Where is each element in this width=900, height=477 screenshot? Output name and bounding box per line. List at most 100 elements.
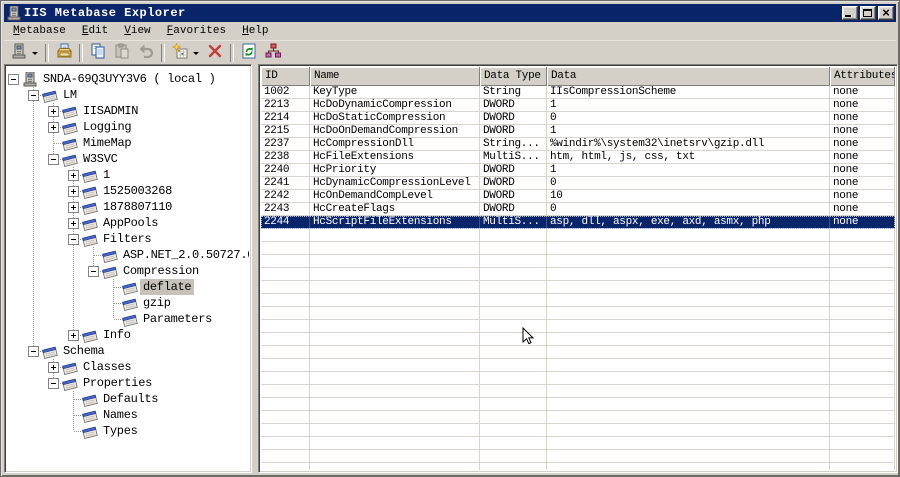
tree-expand-toggle[interactable] [68,170,79,181]
column-header-attributes[interactable]: Attributes [830,67,895,86]
menu-item-help[interactable]: Help [234,24,276,38]
column-header-data-type[interactable]: Data Type [480,67,547,86]
tree-collapse-toggle[interactable] [48,154,59,165]
table-row[interactable]: 2213 HcDoDynamicCompression DWORD 1 none [261,99,895,112]
table-row[interactable]: 1002 KeyType String IIsCompressionScheme non… [261,86,895,99]
tree-expand-toggle[interactable] [68,330,79,341]
dropdown-arrow-icon[interactable] [193,51,199,55]
table-row[interactable]: 2242 HcOnDemandCompLevel DWORD 10 none [261,190,895,203]
view-hierarchy-button[interactable] [261,42,285,64]
tree-node-label[interactable]: SNDA-69Q3UYY3V6 ( local ) [40,71,219,87]
tree-node-label[interactable]: Schema [60,343,107,359]
tree-node-label[interactable]: Types [100,423,141,439]
delete-button[interactable] [203,42,227,64]
tree-expand-toggle[interactable] [48,362,59,373]
tree-node-label[interactable]: IISADMIN [80,103,141,119]
tree-node-schema[interactable]: Schema [7,343,249,359]
tree-node-1878807110[interactable]: 1878807110 [7,199,249,215]
column-header-id[interactable]: ID [261,67,310,86]
minimize-button[interactable] [842,6,858,20]
table-row[interactable]: 2241 HcDynamicCompressionLevel DWORD 0 none [261,177,895,190]
tree-guide-line [113,303,114,311]
column-header-name[interactable]: Name [310,67,480,86]
dropdown-arrow-icon[interactable] [32,51,38,55]
tree-node-compression[interactable]: Compression [7,263,249,279]
new-record-button[interactable] [168,42,192,64]
tree-node-label[interactable]: Info [100,327,134,343]
tree-expand-toggle[interactable] [68,186,79,197]
tree-node-label[interactable]: 1878807110 [100,199,175,215]
table-row[interactable]: 2215 HcDoOnDemandCompression DWORD 1 none [261,125,895,138]
tree-expand-toggle[interactable] [68,218,79,229]
tree-node-label[interactable]: ASP.NET_2.0.50727.0 [120,247,249,263]
tree-collapse-toggle[interactable] [68,234,79,245]
table-row[interactable]: 2237 HcCompressionDll String... %windir%\sy… [261,138,895,151]
tree-node-label[interactable]: Parameters [140,311,215,327]
tree-node-label[interactable]: Classes [80,359,134,375]
copy-button[interactable] [86,42,110,64]
empty-row [261,307,895,320]
tree-node-defaults[interactable]: Defaults [7,391,249,407]
menu-item-edit[interactable]: Edit [74,24,116,38]
tree-node-label[interactable]: 1525003268 [100,183,175,199]
tree-node-properties[interactable]: Properties [7,375,249,391]
tree-node-label[interactable]: Properties [80,375,155,391]
table-row[interactable]: 2238 HcFileExtensions MultiS... htm, html, … [261,151,895,164]
tree-node-label[interactable]: 1 [100,167,113,183]
tree-node-label[interactable]: Compression [120,263,202,279]
tree-node-1[interactable]: 1 [7,167,249,183]
table-row[interactable]: 2243 HcCreateFlags DWORD 0 none [261,203,895,216]
tree-node-label[interactable]: Defaults [100,391,161,407]
refresh-button[interactable] [237,42,261,64]
print-export-button[interactable] [52,42,76,64]
empty-cell [480,294,547,306]
table-row[interactable]: 2244 HcScriptFileExtensions MultiS... asp, … [261,216,895,229]
tree-node-label[interactable]: W3SVC [80,151,121,167]
connect-server-button[interactable] [7,42,31,64]
table-row[interactable]: 2214 HcDoStaticCompression DWORD 0 none [261,112,895,125]
tree-node-deflate[interactable]: deflate [7,279,249,295]
tree-node-mimemap[interactable]: MimeMap [7,135,249,151]
title-bar[interactable]: IIS Metabase Explorer [4,4,896,22]
maximize-button[interactable] [860,6,876,20]
tree-node-label[interactable]: Names [100,407,141,423]
tree-node-label[interactable]: deflate [140,279,195,295]
tree-node-gzip[interactable]: gzip [7,295,249,311]
tree-node-classes[interactable]: Classes [7,359,249,375]
menu-item-favorites[interactable]: Favorites [159,24,234,38]
tree-node-names[interactable]: Names [7,407,249,423]
tree-node-iisadmin[interactable]: IISADMIN [7,103,249,119]
tree-node-info[interactable]: Info [7,327,249,343]
tree-collapse-toggle[interactable] [28,90,39,101]
tree-node-w3svc[interactable]: W3SVC [7,151,249,167]
tree-node-label[interactable]: gzip [140,295,174,311]
tree-node-types[interactable]: Types [7,423,249,439]
tree-expand-toggle[interactable] [68,202,79,213]
tree-node-apppools[interactable]: AppPools [7,215,249,231]
tree-collapse-toggle[interactable] [48,378,59,389]
tree-node-label[interactable]: Logging [80,119,134,135]
tree-node-parameters[interactable]: Parameters [7,311,249,327]
tree-node-1525003268[interactable]: 1525003268 [7,183,249,199]
tree-node-label[interactable]: Filters [100,231,154,247]
tree-node-label[interactable]: MimeMap [80,135,134,151]
tree-node-lm[interactable]: LM [7,87,249,103]
tree-node-snda-69q3uyy3v6-local[interactable]: SNDA-69Q3UYY3V6 ( local ) [7,71,249,87]
menu-item-view[interactable]: View [116,24,158,38]
tree-node-logging[interactable]: Logging [7,119,249,135]
tree-node-label[interactable]: LM [60,87,80,103]
tree-expand-toggle[interactable] [48,106,59,117]
tree-collapse-toggle[interactable] [88,266,99,277]
tree-collapse-toggle[interactable] [8,74,19,85]
tree-node-asp-net-2-0-50727-0[interactable]: ASP.NET_2.0.50727.0 [7,247,249,263]
empty-cell [261,463,310,470]
tree-guide-line [113,279,114,287]
tree-collapse-toggle[interactable] [28,346,39,357]
table-row[interactable]: 2240 HcPriority DWORD 1 none [261,164,895,177]
tree-expand-toggle[interactable] [48,122,59,133]
close-button[interactable] [878,6,894,20]
menu-item-metabase[interactable]: Metabase [5,24,74,38]
column-header-data[interactable]: Data [547,67,830,86]
tree-node-label[interactable]: AppPools [100,215,161,231]
tree-node-filters[interactable]: Filters [7,231,249,247]
